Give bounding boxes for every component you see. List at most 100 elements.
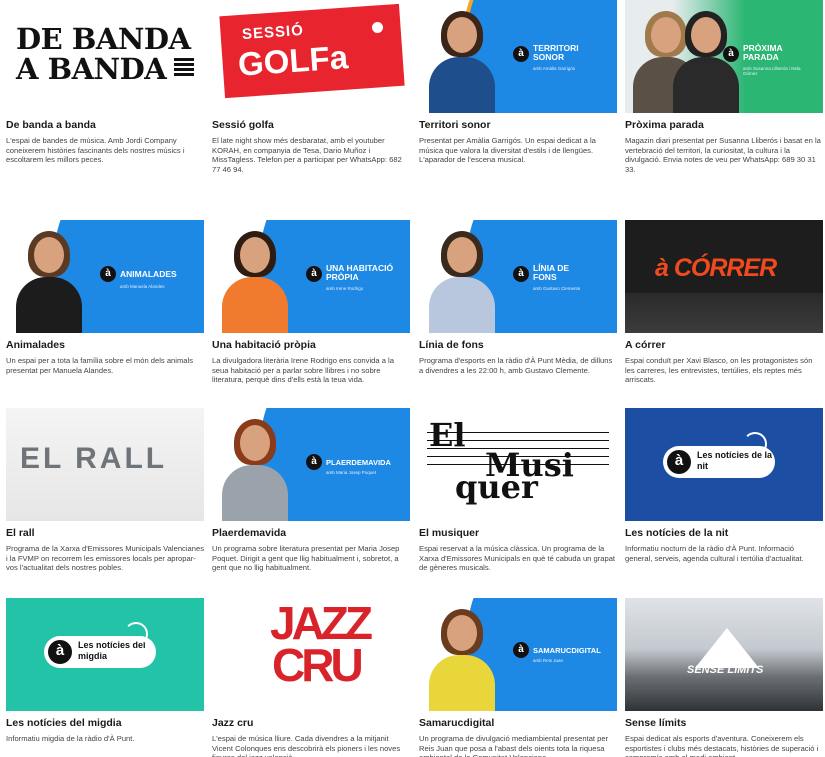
program-logo-label: ANIMALADES: [120, 269, 177, 279]
program-thumbnail[interactable]: à PLAERDEMAVIDA amb Maria Josep Poquet: [212, 408, 410, 521]
program-thumbnail[interactable]: El Musi quer: [419, 408, 617, 521]
apunt-logo-icon: à: [513, 642, 529, 658]
program-logo-subtitle: amb Reis Juan: [533, 658, 564, 663]
program-description: Un espai per a tota la família sobre el …: [6, 356, 193, 375]
program-title[interactable]: Les notícies del migdia: [6, 717, 204, 730]
program-thumbnail[interactable]: à Les notícies de la nit: [625, 408, 823, 521]
program-thumbnail[interactable]: à SAMARUCDIGITAL amb Reis Juan: [419, 598, 617, 711]
program-logo-label: SAMARUCDIGITAL: [533, 646, 601, 655]
program-card-jazz-cru[interactable]: JAZZ CRU Jazz cru L'espai de música lliu…: [212, 598, 410, 757]
program-thumbnail[interactable]: à PRÒXIMA PARADA amb Susanna Lliberós i …: [625, 0, 823, 113]
mountain-icon: [695, 628, 759, 668]
stripes-decoration: [174, 58, 194, 78]
presenter-photo: [425, 7, 497, 113]
program-thumbnail[interactable]: SENSE LÍMITS: [625, 598, 823, 711]
program-description: El late night show més desbaratat, amb e…: [212, 136, 402, 174]
presenter-photo: [425, 605, 497, 711]
program-card-sessio-golfa[interactable]: SESSIÓ GOLFa Sessió golfa El late night …: [212, 0, 410, 174]
program-thumbnail[interactable]: à ANIMALADES amb Manuela Alandes: [6, 220, 204, 333]
logo-text-3: quer: [455, 468, 538, 506]
program-card-una-habitacio-propia[interactable]: à UNA HABITACIÓ PRÒPIA amb Irene Rodrigo…: [212, 220, 410, 385]
program-description: L'espai de bandes de música. Amb Jordi C…: [6, 136, 185, 165]
program-title[interactable]: A córrer: [625, 339, 823, 352]
program-title[interactable]: El rall: [6, 527, 204, 540]
program-title[interactable]: El musiquer: [419, 527, 617, 540]
logo-text-main: GOLFa: [236, 38, 350, 83]
program-title[interactable]: Territori sonor: [419, 119, 617, 132]
program-card-a-correr[interactable]: à CÓRRER A córrer Espai conduït per Xavi…: [625, 220, 823, 385]
program-logo-subtitle: amb Gustavo Clemente: [533, 286, 581, 291]
program-thumbnail[interactable]: à Les notícies del migdia: [6, 598, 204, 711]
presenter-photo: [12, 227, 84, 333]
program-title[interactable]: Sessió golfa: [212, 119, 410, 132]
presenter-photo: [218, 227, 290, 333]
logo-text: SENSE LÍMITS: [687, 664, 764, 676]
program-description: Programa d'esports en la ràdio d'À Punt …: [419, 356, 613, 375]
program-card-linia-de-fons[interactable]: à LÍNIA DE FONS amb Gustavo Clemente Lín…: [419, 220, 617, 375]
logo-text-1: El: [429, 416, 466, 454]
program-description: La divulgadora literària Irene Rodrigo e…: [212, 356, 394, 385]
program-thumbnail[interactable]: EL RALL: [6, 408, 204, 521]
program-description: Espai dedicat als esports d'aventura. Co…: [625, 734, 819, 757]
program-card-proxima-parada[interactable]: à PRÒXIMA PARADA amb Susanna Lliberós i …: [625, 0, 823, 174]
program-logo-subtitle: amb Manuela Alandes: [120, 284, 165, 289]
program-thumbnail[interactable]: JAZZ CRU: [212, 598, 410, 711]
program-title[interactable]: Jazz cru: [212, 717, 410, 730]
apunt-logo-icon: à: [100, 266, 116, 282]
program-card-samarucdigital[interactable]: à SAMARUCDIGITAL amb Reis Juan Samarucdi…: [419, 598, 617, 757]
program-logo-label: PRÒXIMA PARADA: [743, 43, 783, 62]
program-logo-label: UNA HABITACIÓ PRÒPIA: [326, 263, 394, 282]
program-logo-label: LÍNIA DE FONS: [533, 263, 570, 282]
logo-text: DE BANDA A BANDA: [16, 22, 191, 86]
apunt-logo-icon: à: [723, 46, 739, 62]
program-card-noticies-migdia[interactable]: à Les notícies del migdia Les notícies d…: [6, 598, 204, 744]
apunt-logo-icon: à: [306, 454, 322, 470]
program-thumbnail[interactable]: à CÓRRER: [625, 220, 823, 333]
program-thumbnail[interactable]: à UNA HABITACIÓ PRÒPIA amb Irene Rodrigo: [212, 220, 410, 333]
program-description: Informatiu migdia de la ràdio d'À Punt.: [6, 734, 135, 743]
program-title[interactable]: Animalades: [6, 339, 204, 352]
logo-text: EL RALL: [20, 442, 168, 475]
program-description: Un programa sobre literatura presentat p…: [212, 544, 400, 573]
program-thumbnail[interactable]: à LÍNIA DE FONS amb Gustavo Clemente: [419, 220, 617, 333]
program-card-plaerdemavida[interactable]: à PLAERDEMAVIDA amb Maria Josep Poquet P…: [212, 408, 410, 573]
program-description: Espai reservat a la música clàssica. Un …: [419, 544, 616, 573]
program-card-noticies-nit[interactable]: à Les notícies de la nit Les notícies de…: [625, 408, 823, 563]
logo-text-2: CRU: [272, 639, 364, 691]
program-description: Programa de la Xarxa d'Emissores Municip…: [6, 544, 204, 573]
broadcast-waves-icon: [743, 432, 767, 456]
apunt-logo-icon: à: [513, 266, 529, 282]
program-description: Informatiu nocturn de la ràdio d'À Punt.…: [625, 544, 804, 563]
program-title[interactable]: Una habitació pròpia: [212, 339, 410, 352]
apunt-logo-icon: à: [513, 46, 529, 62]
program-thumbnail[interactable]: DE BANDA A BANDA: [6, 0, 204, 113]
program-card-territori-sonor[interactable]: à TERRITORI SONOR amb Amàlia Garrigós Te…: [419, 0, 617, 165]
program-title[interactable]: Plaerdemavida: [212, 527, 410, 540]
program-description: L'espai de música lliure. Cada divendres…: [212, 734, 401, 757]
broadcast-waves-icon: [124, 622, 148, 646]
program-thumbnail[interactable]: à TERRITORI SONOR amb Amàlia Garrigós: [419, 0, 617, 113]
program-card-sense-limits[interactable]: SENSE LÍMITS Sense límits Espai dedicat …: [625, 598, 823, 757]
apunt-logo-icon: à: [306, 266, 322, 282]
program-description: Presentat per Amàlia Garrigós. Un espai …: [419, 136, 596, 165]
apunt-logo-icon: à: [667, 450, 691, 474]
presenter-photo: [425, 227, 497, 333]
program-title[interactable]: Pròxima parada: [625, 119, 823, 132]
program-logo-label: PLAERDEMAVIDA: [326, 458, 391, 467]
logo-text: à CÓRRER: [655, 254, 777, 282]
program-title[interactable]: Les notícies de la nit: [625, 527, 823, 540]
program-card-animalades[interactable]: à ANIMALADES amb Manuela Alandes Animala…: [6, 220, 204, 375]
program-logo-subtitle: amb Amàlia Garrigós: [533, 66, 576, 71]
program-logo-subtitle: amb Susanna Lliberós i Nela Gómez: [743, 66, 801, 76]
program-card-el-rall[interactable]: EL RALL El rall Programa de la Xarxa d'E…: [6, 408, 204, 573]
program-title[interactable]: Samarucdigital: [419, 717, 617, 730]
presenter-photo: [218, 415, 290, 521]
program-card-de-banda-a-banda[interactable]: DE BANDA A BANDA De banda a banda L'espai…: [6, 0, 204, 165]
program-title[interactable]: De banda a banda: [6, 119, 204, 132]
program-title[interactable]: Sense límits: [625, 717, 823, 730]
program-title[interactable]: Línia de fons: [419, 339, 617, 352]
program-description: Magazin diari presentat per Susanna Llib…: [625, 136, 821, 174]
apunt-logo-icon: à: [48, 640, 72, 664]
program-card-el-musiquer[interactable]: El Musi quer El musiquer Espai reservat …: [419, 408, 617, 573]
program-thumbnail[interactable]: SESSIÓ GOLFa: [212, 0, 410, 113]
